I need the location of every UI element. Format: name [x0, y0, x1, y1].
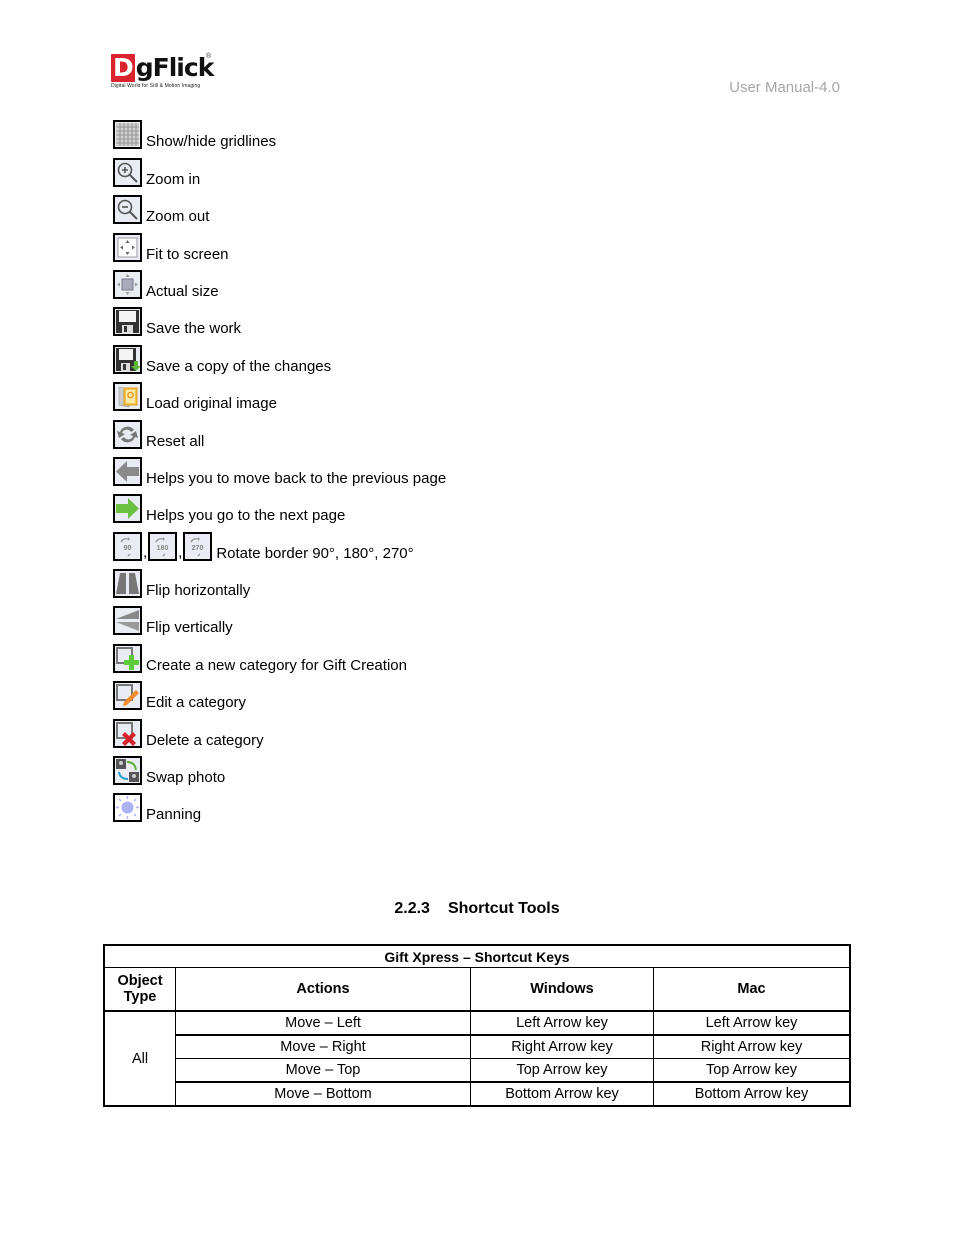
panning-icon — [113, 793, 142, 823]
flip-horizontal-icon — [113, 569, 142, 599]
list-item: Swap photo — [113, 748, 446, 787]
list-item: Show/hide gridlines — [113, 112, 446, 151]
list-item: Zoom out — [113, 187, 446, 226]
back-arrow-icon — [113, 456, 142, 486]
table-row: Move – Top Top Arrow key Top Arrow key — [104, 1058, 851, 1083]
list-item: Create a new category for Gift Creation — [113, 635, 446, 674]
fit-to-screen-icon — [113, 232, 142, 262]
separator: , — [178, 543, 183, 561]
icon-label: Fit to screen — [146, 245, 229, 263]
list-item: Zoom in — [113, 149, 446, 188]
windows-cell: Bottom Arrow key — [470, 1081, 654, 1107]
rotate-180-icon: 180 — [148, 531, 178, 561]
create-category-icon — [113, 643, 142, 673]
list-item: Save the work — [113, 299, 446, 338]
list-item: Delete a category — [113, 710, 446, 749]
shortcut-keys-table: Gift Xpress – Shortcut Keys Object Type … — [103, 944, 851, 1107]
rotate-270-icon: 270 — [183, 531, 213, 561]
icon-label: Save a copy of the changes — [146, 357, 332, 375]
icon-label: Save the work — [146, 320, 242, 338]
icon-label: Create a new category for Gift Creation — [146, 656, 407, 674]
list-item: Edit a category — [113, 673, 446, 712]
mac-cell: Right Arrow key — [653, 1034, 851, 1059]
svg-text:90: 90 — [124, 545, 132, 552]
icon-label: Swap photo — [146, 769, 226, 787]
object-type-cell: All — [103, 1010, 176, 1107]
next-arrow-icon — [113, 494, 142, 524]
zoom-out-icon — [113, 195, 142, 225]
action-cell: Move – Right — [175, 1034, 471, 1059]
windows-cell: Right Arrow key — [470, 1034, 654, 1059]
reset-icon — [113, 419, 142, 449]
icon-label: Zoom in — [146, 170, 201, 188]
logo-tagline: Digital World for Still & Motion Imaging — [111, 83, 201, 89]
list-item: Helps you go to the next page — [113, 486, 446, 525]
header-object-type: Object Type — [103, 967, 176, 1012]
section-title: Shortcut Tools — [447, 900, 560, 917]
icon-legend-list: Show/hide gridlines Zoom in Zoom out Fit… — [113, 112, 446, 824]
icon-label: Load original image — [146, 395, 277, 413]
icon-label: Zoom out — [146, 208, 210, 226]
action-cell: Move – Left — [175, 1010, 471, 1036]
windows-cell: Left Arrow key — [470, 1010, 654, 1036]
save-icon — [113, 307, 142, 337]
mac-cell: Left Arrow key — [653, 1010, 851, 1036]
icon-label: Actual size — [146, 282, 219, 300]
section-heading: 2.2.3 Shortcut Tools — [0, 900, 954, 918]
gridlines-icon — [113, 120, 142, 150]
list-item: Panning — [113, 785, 446, 824]
list-item: Reset all — [113, 411, 446, 450]
list-item: Fit to screen — [113, 224, 446, 263]
edit-category-icon — [113, 681, 142, 711]
mac-cell: Top Arrow key — [653, 1058, 851, 1083]
list-item: Helps you to move back to the previous p… — [113, 449, 446, 486]
rotate-90-icon: 90 — [113, 531, 142, 561]
icon-label: Flip horizontally — [146, 582, 251, 600]
swap-photo-icon — [113, 756, 142, 786]
icon-label: Rotate border 90°, 180°, 270° — [216, 544, 414, 562]
header-windows: Windows — [470, 967, 654, 1012]
list-item: Flip vertically — [113, 598, 446, 637]
svg-text:180: 180 — [157, 545, 169, 552]
header-mac: Mac — [653, 967, 851, 1012]
table-row: Move – Right Right Arrow key Right Arrow… — [104, 1034, 851, 1059]
logo-mark: DgFlick — [111, 53, 214, 82]
icon-label: Panning — [146, 806, 202, 824]
dgflick-logo: DgFlick ® Digital World for Still & Moti… — [111, 53, 221, 96]
header-actions: Actions — [175, 967, 471, 1012]
mac-cell: Bottom Arrow key — [653, 1081, 851, 1107]
delete-category-icon — [113, 718, 142, 748]
windows-cell: Top Arrow key — [470, 1058, 654, 1083]
icon-label: Reset all — [146, 432, 205, 450]
flip-vertical-icon — [113, 606, 142, 636]
icon-label: Flip vertically — [146, 619, 233, 637]
zoom-in-icon — [113, 157, 142, 187]
icon-label: Edit a category — [146, 694, 247, 712]
list-item: Save a copy of the changes — [113, 336, 446, 375]
table-row: All Move – Left Left Arrow key Left Arro… — [103, 1010, 851, 1107]
list-item: Flip horizontally — [113, 561, 446, 600]
save-copy-icon — [113, 344, 142, 374]
action-cell: Move – Bottom — [175, 1081, 471, 1107]
action-cell: Move – Top — [175, 1058, 471, 1083]
icon-label: Show/hide gridlines — [146, 133, 277, 151]
icon-label: Helps you to move back to the previous p… — [146, 469, 447, 487]
list-item: Actual size — [113, 262, 446, 299]
load-original-icon — [113, 382, 142, 412]
svg-text:270: 270 — [192, 545, 204, 552]
table-title: Gift Xpress – Shortcut Keys — [103, 944, 851, 968]
actual-size-icon — [113, 269, 142, 299]
list-item: Load original image — [113, 374, 446, 413]
registered-mark: ® — [206, 53, 212, 60]
section-number: 2.2.3 — [394, 900, 430, 917]
icon-label: Delete a category — [146, 731, 264, 749]
list-item: 90 , 180 , 270 Rotate border 90°, 180°, … — [113, 523, 446, 562]
manual-version: User Manual-4.0 — [729, 79, 840, 96]
table-row: Move – Bottom Bottom Arrow key Bottom Ar… — [104, 1081, 851, 1107]
separator: , — [143, 543, 148, 561]
icon-label: Helps you go to the next page — [146, 507, 346, 525]
